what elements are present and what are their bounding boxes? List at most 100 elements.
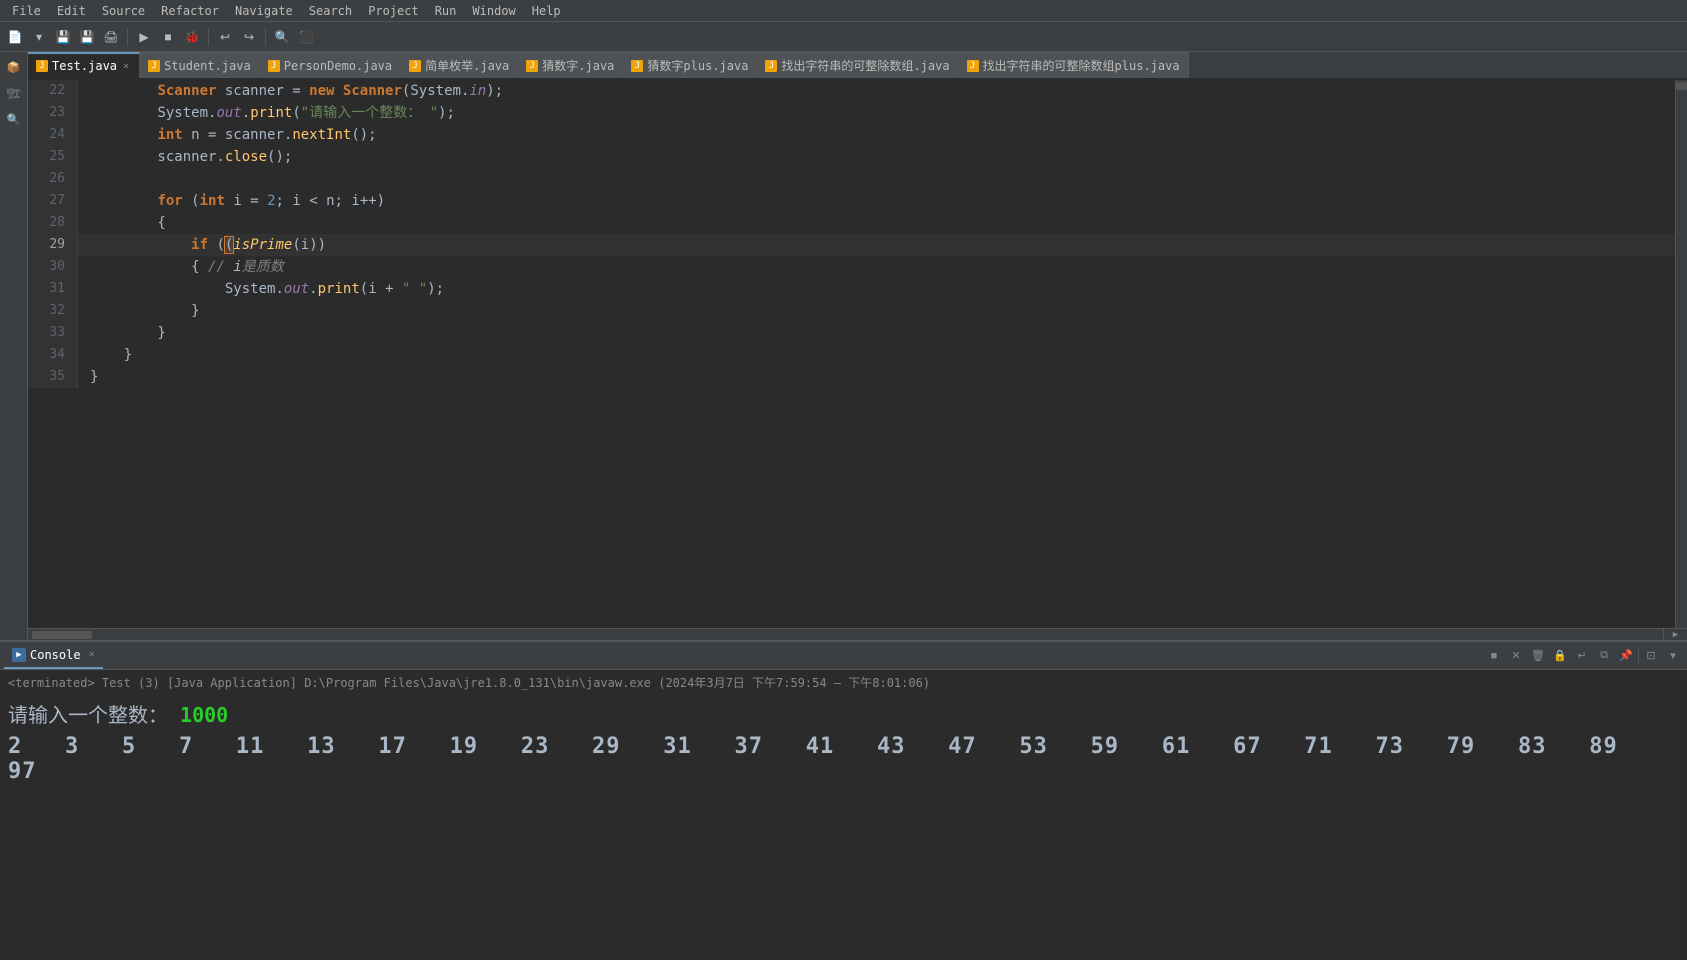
toolbar-debug-btn[interactable]: 🐞 [181, 26, 203, 48]
panel-tab-console[interactable]: ▶ Console × [4, 643, 103, 669]
console-tab-label: Console [30, 648, 81, 662]
tab-student-java[interactable]: J Student.java [140, 52, 260, 78]
bottom-panel: ▶ Console × ■ ✕ 🗑 🔒 ↵ ⧉ 📌 ⊡ ▾ <terminate… [0, 640, 1687, 960]
toolbar-redo-btn[interactable]: ↪ [238, 26, 260, 48]
toolbar-ext-btn[interactable]: ⬛ [295, 26, 317, 48]
scrollbar-thumb[interactable] [1676, 82, 1687, 90]
toolbar-sep1 [127, 28, 128, 46]
line-num-35: 35 [28, 366, 78, 388]
tab-persondemo-java[interactable]: J PersonDemo.java [260, 52, 401, 78]
menu-file[interactable]: File [4, 0, 49, 21]
panel-stop-btn[interactable]: ■ [1484, 646, 1504, 666]
horizontal-scrollbar[interactable]: ▶ [28, 628, 1687, 640]
line-content-25[interactable]: scanner.close(); [78, 146, 1675, 168]
line-content-35[interactable]: } [78, 366, 1675, 388]
line-content-33[interactable]: } [78, 322, 1675, 344]
menu-bar: File Edit Source Refactor Navigate Searc… [0, 0, 1687, 22]
tab-icon-persondemo: J [268, 60, 280, 72]
line-content-26[interactable] [78, 168, 1675, 190]
menu-navigate[interactable]: Navigate [227, 0, 301, 21]
tabs-bar: J Test.java × J Student.java J PersonDem… [28, 52, 1687, 80]
code-editor[interactable]: 22 Scanner scanner = new Scanner(System.… [28, 80, 1675, 628]
panel-tabs: ▶ Console × ■ ✕ 🗑 🔒 ↵ ⧉ 📌 ⊡ ▾ [0, 642, 1687, 670]
console-icon: ▶ [12, 648, 26, 662]
toolbar-run-btn[interactable]: ▶ [133, 26, 155, 48]
panel-maximize-btn[interactable]: ⊡ [1641, 646, 1661, 666]
panel-pin-btn[interactable]: 📌 [1616, 646, 1636, 666]
menu-source[interactable]: Source [94, 0, 153, 21]
sidebar-package-icon[interactable]: 📦 [3, 56, 25, 78]
line-content-32[interactable]: } [78, 300, 1675, 322]
line-content-23[interactable]: System.out.print("请输入一个整数： "); [78, 102, 1675, 124]
panel-collapse-btn[interactable]: ▾ [1663, 646, 1683, 666]
panel-terminate-btn[interactable]: ✕ [1506, 646, 1526, 666]
toolbar-undo-btn[interactable]: ↩ [214, 26, 236, 48]
code-line-23: 23 System.out.print("请输入一个整数： "); [28, 102, 1675, 124]
tab-find-java[interactable]: J 找出字符串的可整除数组.java [757, 52, 958, 78]
toolbar-new-btn[interactable]: 📄 [4, 26, 26, 48]
code-line-25: 25 scanner.close(); [28, 146, 1675, 168]
line-num-30: 30 [28, 256, 78, 278]
toolbar-sep3 [265, 28, 266, 46]
code-line-34: 34 } [28, 344, 1675, 366]
line-content-29[interactable]: if ((isPrime(i)) [78, 234, 1675, 256]
panel-clear-btn[interactable]: 🗑 [1528, 646, 1548, 666]
menu-project[interactable]: Project [360, 0, 427, 21]
tab-icon-guessplus: J [631, 60, 643, 72]
toolbar-search-btn[interactable]: 🔍 [271, 26, 293, 48]
tab-guess-java[interactable]: J 猜数字.java [518, 52, 623, 78]
h-scrollbar-thumb[interactable] [32, 631, 92, 639]
main-area: 📦 🏗 🔍 J Test.java × J Student.java J Per… [0, 52, 1687, 640]
menu-run[interactable]: Run [427, 0, 465, 21]
panel-word-wrap-btn[interactable]: ↵ [1572, 646, 1592, 666]
line-num-25: 25 [28, 146, 78, 168]
line-num-31: 31 [28, 278, 78, 300]
code-line-32: 32 } [28, 300, 1675, 322]
toolbar-stop-btn[interactable]: ■ [157, 26, 179, 48]
line-content-28[interactable]: { [78, 212, 1675, 234]
tab-test-java[interactable]: J Test.java × [28, 52, 140, 78]
menu-refactor[interactable]: Refactor [153, 0, 227, 21]
menu-window[interactable]: Window [464, 0, 523, 21]
tab-enum-java[interactable]: J 简单枚举.java [401, 52, 518, 78]
menu-search[interactable]: Search [301, 0, 360, 21]
code-line-35: 35 } [28, 366, 1675, 388]
console-tab-close[interactable]: × [89, 649, 95, 660]
panel-toolbar: ■ ✕ 🗑 🔒 ↵ ⧉ 📌 ⊡ ▾ [1484, 646, 1683, 666]
editor-area: J Test.java × J Student.java J PersonDem… [28, 52, 1687, 640]
h-scroll-right[interactable]: ▶ [1663, 629, 1687, 641]
tab-label-find: 找出字符串的可整除数组.java [781, 57, 949, 74]
tab-close-test[interactable]: × [121, 60, 131, 73]
tab-icon-guess: J [526, 60, 538, 72]
toolbar-save-btn[interactable]: 💾 [52, 26, 74, 48]
console-input-value: 1000 [180, 703, 228, 727]
line-content-34[interactable]: } [78, 344, 1675, 366]
vertical-scrollbar[interactable] [1675, 80, 1687, 628]
sidebar-search-icon[interactable]: 🔍 [3, 108, 25, 130]
tab-label-guessplus: 猜数字plus.java [647, 57, 748, 74]
toolbar-save-all-btn[interactable]: 💾 [76, 26, 98, 48]
line-content-31[interactable]: System.out.print(i + " "); [78, 278, 1675, 300]
toolbar-dropdown-btn[interactable]: ▾ [28, 26, 50, 48]
line-num-29: 29 [28, 234, 78, 256]
tab-findplus-java[interactable]: J 找出字符串的可整除数组plus.java [959, 52, 1189, 78]
console-input-label: 请输入一个整数： [8, 703, 168, 727]
line-content-30[interactable]: { // i是质数 [78, 256, 1675, 278]
menu-help[interactable]: Help [524, 0, 569, 21]
panel-open-console-btn[interactable]: ⧉ [1594, 646, 1614, 666]
line-content-22[interactable]: Scanner scanner = new Scanner(System.in)… [78, 80, 1675, 102]
menu-edit[interactable]: Edit [49, 0, 94, 21]
tab-label-persondemo: PersonDemo.java [284, 59, 392, 73]
sidebar-hierarchy-icon[interactable]: 🏗 [3, 82, 25, 104]
tab-label-findplus: 找出字符串的可整除数组plus.java [983, 57, 1180, 74]
toolbar-sep2 [208, 28, 209, 46]
tab-guessplus-java[interactable]: J 猜数字plus.java [623, 52, 757, 78]
panel-scroll-lock-btn[interactable]: 🔒 [1550, 646, 1570, 666]
panel-sep [1638, 649, 1639, 663]
toolbar-print-btn[interactable]: 🖨 [100, 26, 122, 48]
line-content-24[interactable]: int n = scanner.nextInt(); [78, 124, 1675, 146]
tab-icon-student: J [148, 60, 160, 72]
tab-label-student: Student.java [164, 59, 251, 73]
line-num-24: 24 [28, 124, 78, 146]
line-content-27[interactable]: for (int i = 2; i < n; i++) [78, 190, 1675, 212]
